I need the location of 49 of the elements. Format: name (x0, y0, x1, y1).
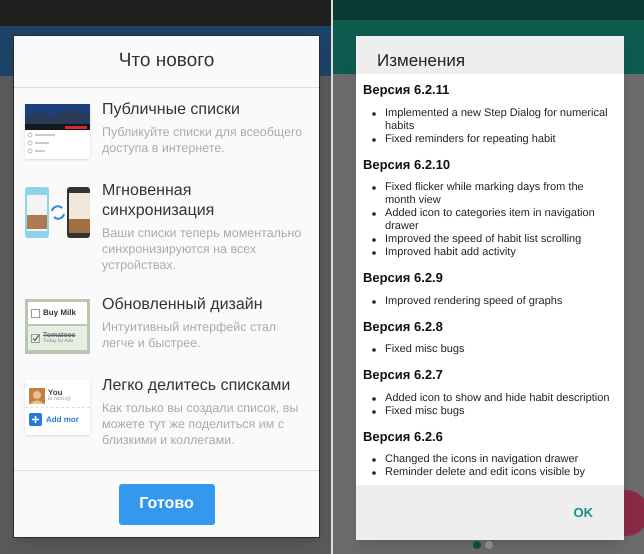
version-heading: Версия 6.2.6 (363, 428, 444, 446)
version-heading: Версия 6.2.7 (363, 366, 444, 384)
change-item: Fixed misc bugs (385, 343, 466, 356)
version-heading: Версия 6.2.10 (363, 156, 452, 174)
change-item: Implemented a new Step Dialog for numerical habits (385, 106, 609, 132)
avatar-icon (29, 388, 45, 404)
change-item: Fixed misc bugs (385, 404, 466, 418)
version-heading: Версия 6.2.9 (363, 269, 444, 287)
add-member-link[interactable]: Add mor (46, 414, 79, 426)
feature-description: Публикуйте списки для всеобщего доступа в интернете. (102, 124, 304, 156)
version-heading: Версия 6.2.11 (363, 81, 450, 99)
feature-title: Обновленный дизайн (102, 295, 264, 315)
version-heading: Версия 6.2.8 (363, 318, 444, 336)
item-label: Buy Milk (43, 309, 76, 317)
change-item: Changed the icons in navigation drawer (385, 453, 580, 466)
feature-title: Легко делитесь списками (102, 376, 292, 396)
change-item: Improved the speed of habit list scrolling (385, 233, 582, 246)
change-item: Fixed flicker while marking days from the month view (385, 181, 585, 207)
done-button[interactable]: Готово (118, 484, 214, 524)
bullet-icon (372, 212, 376, 216)
change-item: Added icon to show and hide habit description (385, 392, 610, 404)
bullet-icon (372, 138, 376, 142)
feature-description: Ваши списки теперь моментально синхронизируются на всех устройствах. (102, 225, 302, 273)
bullet-icon (372, 186, 376, 190)
feature-title: Публичные списки (102, 100, 241, 120)
bullet-icon (372, 471, 376, 475)
bullet-icon (372, 396, 376, 400)
ok-button[interactable]: OK (572, 502, 595, 522)
change-item: Fixed reminders for repeating habit (385, 132, 557, 146)
bullet-icon (372, 300, 376, 304)
plus-icon (29, 413, 42, 426)
change-item: Reminder delete and edit icons visible by (385, 466, 586, 479)
bullet-icon (372, 112, 376, 116)
bullet-icon (372, 251, 376, 255)
change-item: Improved rendering speed of graphs (385, 294, 564, 308)
devices-drawing (25, 185, 90, 240)
change-item: Improved habit add activity (385, 246, 517, 259)
dialog-title: Изменения (377, 50, 466, 72)
list-lines-icon (27, 132, 57, 154)
feature-description: Как только вы создали список, вы можете тут же поделиться им с близкими и коллегами. (102, 400, 300, 448)
bullet-icon (372, 458, 376, 462)
bullet-icon (372, 238, 376, 242)
bullet-icon (372, 410, 376, 414)
feature-title: Мгновенная синхронизация (102, 181, 216, 221)
user-name: You (48, 389, 63, 397)
change-item: Added icon to categories item in navigation drawer (385, 207, 596, 233)
feature-description: Интуитивный интерфейс стал легче и быстрее. (102, 319, 278, 351)
bullet-icon (372, 348, 376, 352)
dialog-title: Что нового (118, 49, 214, 74)
